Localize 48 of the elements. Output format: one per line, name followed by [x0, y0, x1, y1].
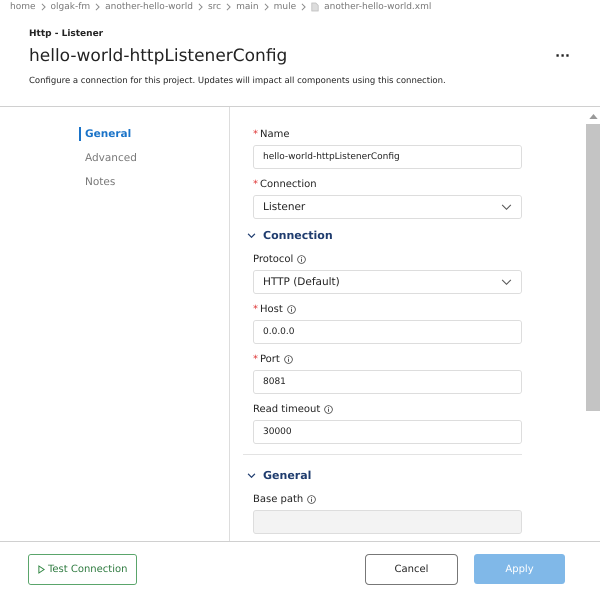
field-label: Protocol	[253, 254, 294, 265]
chevron-right-icon	[226, 2, 232, 10]
chevron-right-icon	[95, 2, 100, 10]
field-label: Host	[260, 304, 283, 315]
play-icon	[38, 564, 45, 574]
required-asterisk: *	[253, 179, 258, 190]
input-field[interactable]: hello-world-httpListenerConfig	[253, 145, 522, 169]
section-header[interactable]: General	[247, 469, 586, 482]
input-field[interactable]: 30000	[253, 420, 522, 444]
required-asterisk: *	[253, 129, 258, 140]
input-field[interactable]: 0.0.0.0	[253, 320, 522, 344]
dropdown[interactable]: HTTP (Default)	[253, 270, 522, 294]
scrollbar-thumb[interactable]	[586, 124, 600, 411]
test-connection-button[interactable]: Test Connection	[28, 554, 138, 584]
page-title: hello-world-httpListenerConfig	[29, 46, 288, 66]
scroll-up-icon	[588, 114, 598, 119]
cancel-button[interactable]: Cancel	[365, 554, 458, 584]
required-asterisk: *	[253, 304, 258, 315]
nav-tab[interactable]: Notes	[79, 175, 120, 189]
breadcrumb-link[interactable]: mule	[274, 2, 296, 12]
field-label: Connection	[260, 179, 317, 190]
chevron-down-icon	[501, 278, 512, 286]
connector-type: Http - Listener	[29, 29, 104, 39]
section-header[interactable]: Connection	[247, 229, 586, 242]
field-label: Read timeout	[253, 404, 320, 415]
field-label: Name	[260, 129, 290, 140]
input-field[interactable]: 8081	[253, 370, 522, 394]
breadcrumb-link[interactable]: home	[10, 2, 36, 12]
field-label: Port	[260, 354, 280, 365]
nav-tab[interactable]: Advanced	[79, 151, 141, 165]
required-asterisk: *	[253, 354, 258, 365]
breadcrumb-link[interactable]: another-hello-world	[105, 2, 193, 12]
dropdown[interactable]: Listener	[253, 195, 522, 219]
description: Configure a connection for this project. Updates will impact all components using this connection.	[29, 76, 447, 86]
breadcrumb-link[interactable]: main	[236, 2, 259, 12]
nav-tab[interactable]: General	[79, 127, 136, 141]
breadcrumb-link[interactable]: olgak-fm	[50, 2, 90, 12]
field-label: Base path	[253, 494, 304, 505]
chevron-right-icon	[40, 2, 46, 10]
chevron-down-icon	[501, 204, 512, 210]
chevron-right-icon	[301, 2, 306, 10]
input-field[interactable]	[253, 510, 522, 534]
chevron-right-icon	[264, 2, 269, 10]
breadcrumb-link[interactable]: src	[208, 2, 222, 12]
more-button[interactable]: ···	[553, 48, 572, 64]
breadcrumb-file[interactable]: another-hello-world.xml	[324, 2, 432, 12]
file-icon	[311, 2, 320, 12]
chevron-right-icon	[198, 2, 203, 10]
